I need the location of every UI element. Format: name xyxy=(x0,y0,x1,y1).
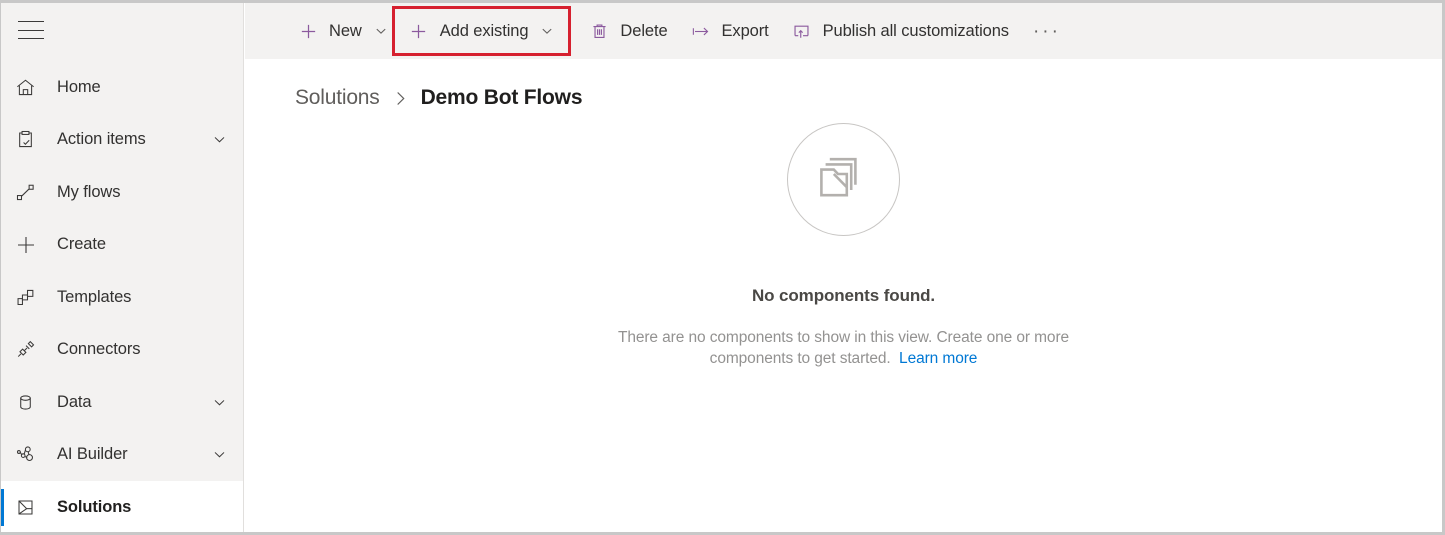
sidebar-item-label: AI Builder xyxy=(57,445,128,464)
sidebar-item-home[interactable]: Home xyxy=(1,61,243,114)
sidebar-item-create[interactable]: Create xyxy=(1,219,243,272)
solutions-icon xyxy=(15,495,45,519)
sidebar-item-ai-builder[interactable]: AI Builder xyxy=(1,429,243,482)
new-button-label: New xyxy=(329,21,362,40)
ai-builder-icon xyxy=(15,443,45,467)
publish-icon xyxy=(792,21,812,41)
sidebar-item-connectors[interactable]: Connectors xyxy=(1,324,243,377)
power-automate-solution-page: Home Action items My flows Create Templa… xyxy=(0,0,1445,535)
sidebar-header xyxy=(1,3,243,57)
main-content: New Add existing Delete Export Publish a… xyxy=(245,3,1442,532)
delete-button-label: Delete xyxy=(620,21,668,40)
learn-more-link[interactable]: Learn more xyxy=(899,350,977,367)
sidebar-item-label: My flows xyxy=(57,182,121,201)
plus-icon xyxy=(15,233,45,257)
sidebar-item-solutions[interactable]: Solutions xyxy=(1,481,243,532)
sidebar-item-action-items[interactable]: Action items xyxy=(1,114,243,167)
home-icon xyxy=(15,75,45,99)
sidebar-item-templates[interactable]: Templates xyxy=(1,271,243,324)
trash-icon xyxy=(589,21,609,41)
chevron-down-icon[interactable] xyxy=(540,24,554,38)
export-button[interactable]: Export xyxy=(684,11,776,51)
breadcrumb-root-link[interactable]: Solutions xyxy=(295,86,380,110)
sidebar-item-my-flows[interactable]: My flows xyxy=(1,166,243,219)
sidebar-item-label: Templates xyxy=(57,287,132,306)
sidebar-item-label: Action items xyxy=(57,130,146,149)
empty-state-description: There are no components to show in this … xyxy=(614,328,1074,370)
sidebar-item-label: Create xyxy=(57,235,106,254)
add-existing-button[interactable]: Add existing xyxy=(391,6,572,56)
sidebar-item-label: Solutions xyxy=(57,497,132,516)
new-button[interactable]: New xyxy=(291,11,395,51)
delete-button[interactable]: Delete xyxy=(582,11,674,51)
sidebar-nav-list: Home Action items My flows Create Templa… xyxy=(1,61,243,532)
menu-hamburger-icon[interactable] xyxy=(16,19,46,41)
chevron-down-icon[interactable] xyxy=(374,24,388,38)
publish-all-customizations-label: Publish all customizations xyxy=(822,21,1009,40)
breadcrumb: Solutions Demo Bot Flows xyxy=(245,81,1442,115)
empty-state-title: No components found. xyxy=(751,286,936,305)
chevron-down-icon[interactable] xyxy=(212,447,227,462)
overflow-menu-button[interactable]: ··· xyxy=(1030,14,1064,48)
sidebar-item-label: Data xyxy=(57,392,92,411)
clipboard-check-icon xyxy=(15,128,45,152)
selection-indicator xyxy=(1,489,4,526)
empty-state: No components found. There are no compon… xyxy=(245,123,1442,370)
chevron-down-icon[interactable] xyxy=(212,132,227,147)
sidebar-item-label: Connectors xyxy=(57,340,141,359)
sidebar-item-data[interactable]: Data xyxy=(1,376,243,429)
chevron-right-icon xyxy=(393,90,408,107)
export-icon xyxy=(691,21,711,41)
page-title: Demo Bot Flows xyxy=(420,86,583,109)
flow-icon xyxy=(15,180,45,204)
export-button-label: Export xyxy=(721,21,769,40)
empty-state-description-text: There are no components to show in this … xyxy=(617,329,1070,367)
publish-all-customizations-button[interactable]: Publish all customizations xyxy=(785,11,1016,51)
empty-state-illustration xyxy=(787,123,900,236)
sidebar-item-label: Home xyxy=(57,77,101,96)
templates-icon xyxy=(15,285,45,309)
sidebar: Home Action items My flows Create Templa… xyxy=(1,3,244,532)
chevron-down-icon[interactable] xyxy=(212,395,227,410)
connectors-icon xyxy=(15,338,45,362)
command-bar: New Add existing Delete Export Publish a… xyxy=(245,3,1442,59)
plus-icon xyxy=(409,21,429,41)
plus-icon xyxy=(298,21,318,41)
add-existing-button-label: Add existing xyxy=(439,21,529,40)
database-icon xyxy=(15,390,45,414)
stacked-folders-icon xyxy=(813,146,875,213)
